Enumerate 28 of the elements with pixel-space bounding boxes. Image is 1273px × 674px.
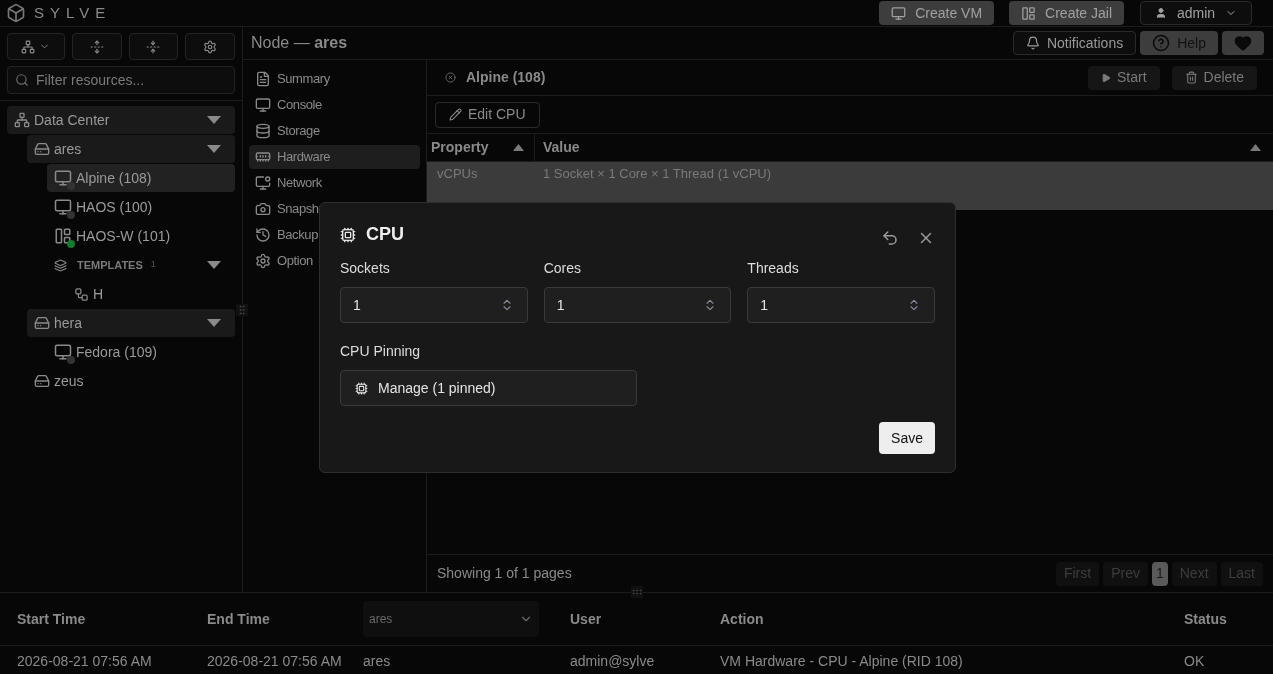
table-cell-text: 1 Socket × 1 Core × 1 Thread (1 vCPU) xyxy=(542,165,772,184)
tree-label: ares xyxy=(54,139,82,159)
tree-label: zeus xyxy=(54,371,84,391)
table-cell-text: 2026-08-21 07:56 AM xyxy=(206,651,343,671)
field-label: CPU Pinning xyxy=(340,342,422,361)
count-label: 1 xyxy=(150,258,156,272)
table-cell-text: VM Hardware - CPU - Alpine (RID 108) xyxy=(719,651,964,671)
tree-label: Data Center xyxy=(34,110,110,130)
dialog-title: CPU xyxy=(366,223,404,246)
table-cell-text: vCPUs xyxy=(436,165,479,184)
table-cell-text: admin@sylve xyxy=(569,651,656,671)
field-label: Threads xyxy=(747,259,800,278)
page-summary: Showing 1 of 1 pages xyxy=(437,564,572,583)
table-cell-text: ares xyxy=(362,651,392,671)
tree-label: Fedora (109) xyxy=(76,342,157,362)
tree-label: TEMPLATES xyxy=(77,257,143,273)
table-cell-text: 2026-08-21 07:56 AM xyxy=(16,651,153,671)
vm-title: Alpine (108) xyxy=(466,68,546,87)
tree-label: hera xyxy=(54,313,83,333)
field-label: Cores xyxy=(543,259,582,278)
app-logo: SYLVE xyxy=(34,2,112,23)
page-title: Node — ares xyxy=(251,33,348,53)
tree-label: H xyxy=(93,284,104,304)
table-cell-text: OK xyxy=(1183,651,1206,671)
tree-label: HAOS-W (101) xyxy=(76,226,171,246)
tree-label: Alpine (108) xyxy=(76,168,152,188)
field-label: Sockets xyxy=(340,259,391,278)
tree-label: HAOS (100) xyxy=(76,197,153,217)
